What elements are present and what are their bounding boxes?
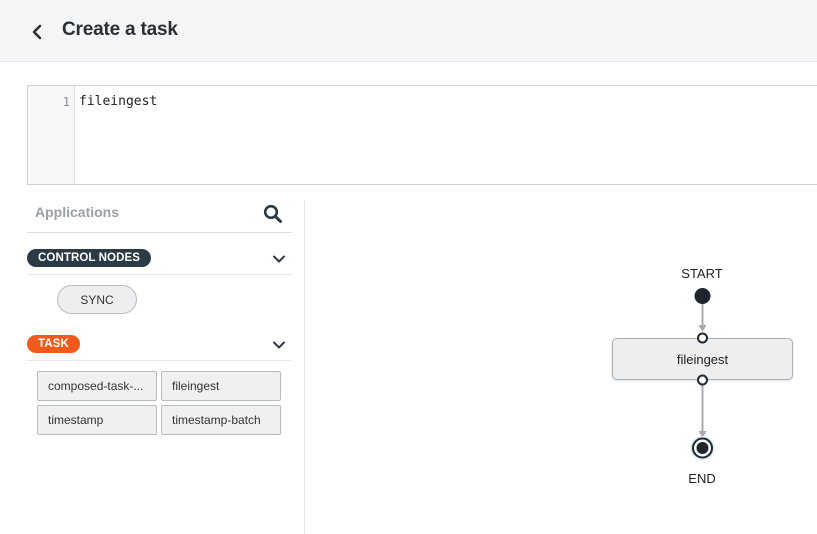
start-node[interactable] (694, 288, 711, 304)
end-label: END (688, 471, 716, 486)
end-node-core (696, 442, 709, 454)
start-link-arrow (698, 325, 707, 332)
start-label: START (681, 266, 723, 281)
task-node-fileingest[interactable]: fileingest (612, 338, 793, 380)
